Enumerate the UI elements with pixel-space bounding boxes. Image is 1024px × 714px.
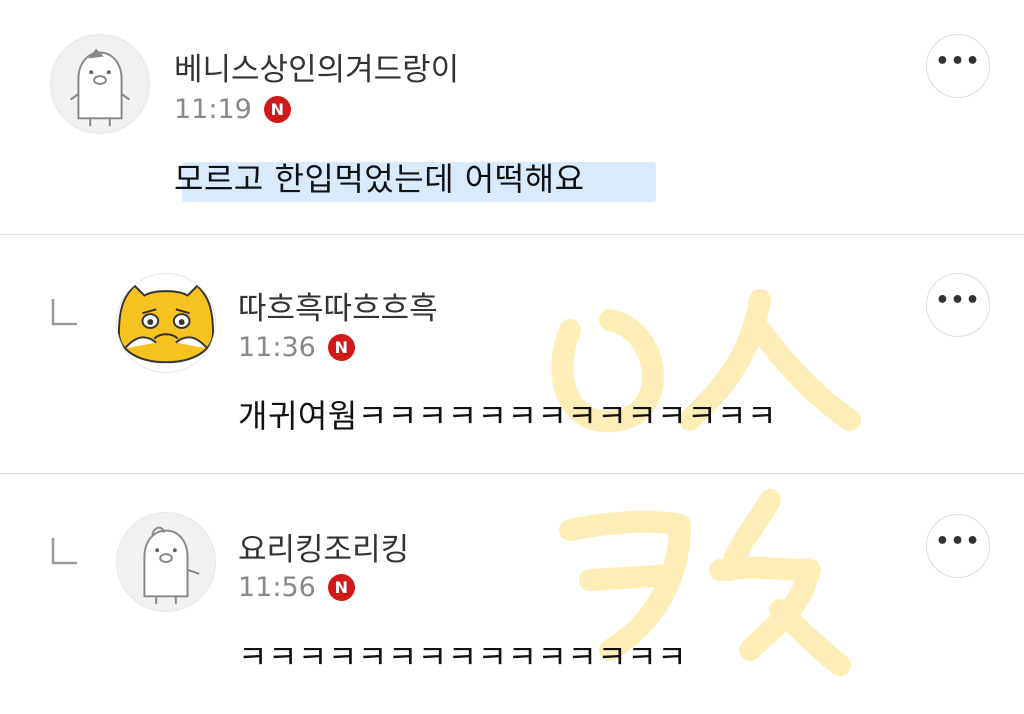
comment-text: 개귀여웜ㅋㅋㅋㅋㅋㅋㅋㅋㅋㅋㅋㅋㅋㅋ [238,397,777,435]
more-options-button[interactable]: ••• [926,34,990,98]
more-dots-icon: ••• [935,49,981,74]
author-name[interactable]: 따흐흑따흐흐흑 [238,283,438,328]
pig-avatar-icon [117,513,215,611]
reply-indent-icon [51,299,77,326]
new-badge: N [263,96,291,123]
comment-meta: 11:36 N [238,332,355,363]
pig-avatar-icon [51,35,149,133]
new-badge: N [327,334,355,361]
author-name[interactable]: 요리킹조리킹 [238,524,409,569]
comment-item: 베니스상인의겨드랑이 11:19 N 모르고 한입먹었는데 어떡해요 ••• [0,0,1024,234]
author-avatar[interactable] [116,512,216,612]
more-options-button[interactable]: ••• [926,273,990,337]
more-dots-icon: ••• [935,529,981,554]
reply-comment-item: 요리킹조리킹 11:56 N ㅋㅋㅋㅋㅋㅋㅋㅋㅋㅋㅋㅋㅋㅋㅋ ••• [0,474,1024,714]
comment-time: 11:19 [174,94,252,125]
comment-time: 11:56 [238,572,316,603]
author-name[interactable]: 베니스상인의겨드랑이 [174,44,459,89]
comment-text: ㅋㅋㅋㅋㅋㅋㅋㅋㅋㅋㅋㅋㅋㅋㅋ [238,638,688,676]
comment-meta: 11:56 N [238,572,355,603]
author-avatar[interactable] [116,273,216,373]
crying-yellow-cat-avatar-icon [117,274,215,372]
reply-comment-item: 따흐흑따흐흐흑 11:36 N 개귀여웜ㅋㅋㅋㅋㅋㅋㅋㅋㅋㅋㅋㅋㅋㅋ ••• [0,235,1024,473]
reply-indent-icon [51,538,77,565]
new-badge: N [327,574,355,601]
comment-meta: 11:19 N [174,94,291,125]
more-options-button[interactable]: ••• [926,514,990,578]
author-avatar[interactable] [50,34,150,134]
comment-text: 모르고 한입먹었는데 어떡해요 [174,160,585,198]
more-dots-icon: ••• [935,288,981,313]
comment-time: 11:36 [238,332,316,363]
